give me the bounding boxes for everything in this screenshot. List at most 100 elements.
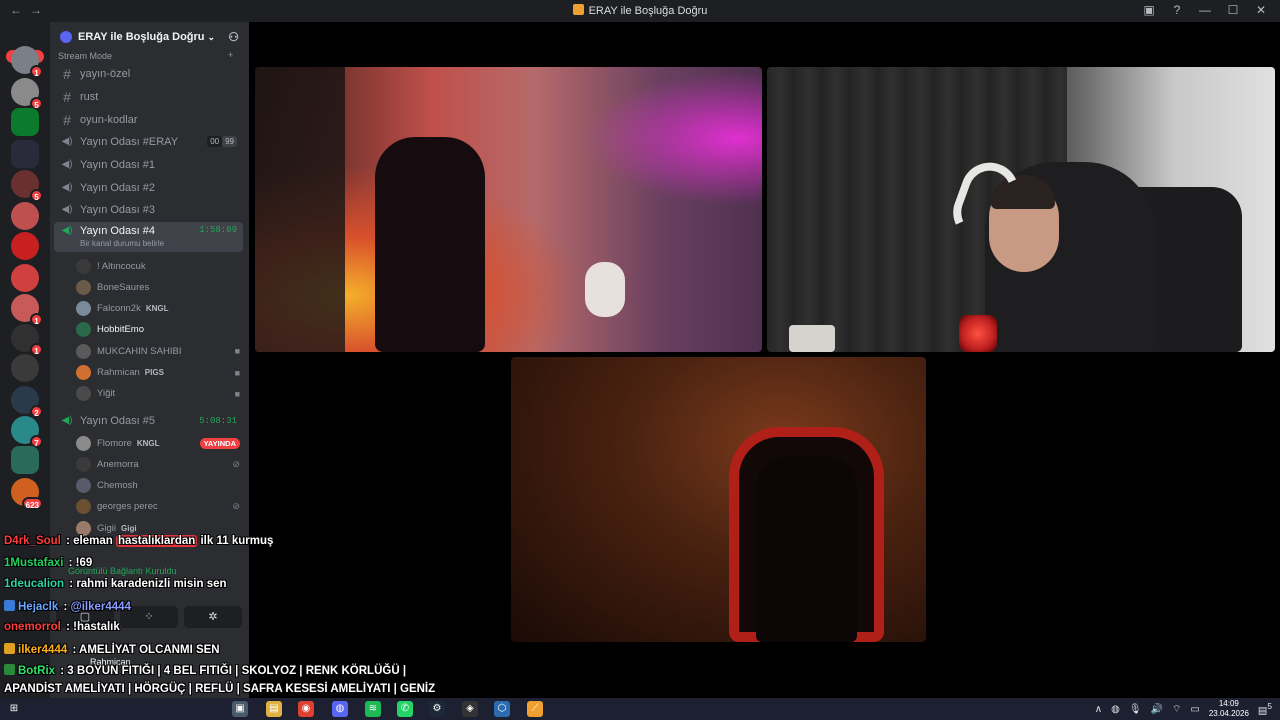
video-tile-2[interactable] bbox=[767, 67, 1275, 352]
voice-user-name: Flomore bbox=[97, 437, 132, 449]
file-explorer-icon[interactable]: ▤ bbox=[266, 701, 282, 717]
spotify-icon[interactable]: ≋ bbox=[365, 701, 381, 717]
server-icon[interactable] bbox=[11, 354, 39, 382]
voice-user[interactable]: Gigii Gigi bbox=[76, 518, 240, 538]
notification-icon[interactable]: ▤5 bbox=[1258, 701, 1272, 716]
channel-oyun-kodlar[interactable]: # oyun-kodlar bbox=[54, 109, 243, 130]
server-icon[interactable] bbox=[11, 108, 39, 136]
server-icon[interactable] bbox=[11, 264, 39, 292]
whatsapp-icon[interactable]: ✆ bbox=[397, 701, 413, 717]
minimize-button[interactable]: — bbox=[1198, 3, 1212, 17]
clock[interactable]: 14:09 23.04.2026 bbox=[1209, 699, 1249, 719]
activity-button[interactable]: ⁘ bbox=[120, 606, 178, 628]
browser-icon[interactable]: ◉ bbox=[298, 701, 314, 717]
close-button[interactable]: ✕ bbox=[1254, 3, 1268, 17]
tray-expand-icon[interactable]: ∧ bbox=[1095, 704, 1102, 715]
app-icon[interactable]: ⬡ bbox=[494, 701, 510, 717]
voice-channel-4[interactable]: ◀) Yayın Odası #4 1:58:09 Bir kanal durumu … bbox=[54, 222, 243, 252]
stream-mode-label: Stream Mode + bbox=[58, 50, 233, 61]
soundboard-button[interactable]: ✲ bbox=[184, 606, 242, 628]
add-channel-icon[interactable]: + bbox=[228, 50, 233, 60]
server-icon[interactable]: 2 bbox=[11, 386, 43, 418]
server-icon[interactable] bbox=[11, 202, 39, 230]
user-panel-name: Rahmican bbox=[90, 657, 131, 667]
channel-label: Yayın Odası #2 bbox=[80, 181, 156, 194]
mug-shape bbox=[789, 325, 835, 352]
battery-icon[interactable]: ▭ bbox=[1190, 704, 1199, 715]
maximize-button[interactable]: ☐ bbox=[1226, 3, 1240, 17]
steam-icon[interactable]: ⚙ bbox=[429, 701, 445, 717]
wifi-icon[interactable]: ⌔ bbox=[1172, 703, 1181, 716]
start-icon[interactable]: ⊞ bbox=[6, 701, 22, 717]
voice-user[interactable]: Rahmican PIGS ■ bbox=[76, 363, 240, 383]
server-icon[interactable] bbox=[11, 140, 39, 168]
server-icon[interactable] bbox=[11, 446, 39, 474]
channel-rust[interactable]: # rust bbox=[54, 86, 243, 107]
server-icon[interactable]: 7 bbox=[11, 416, 43, 448]
voice-channel-2[interactable]: ◀) Yayın Odası #2 bbox=[54, 177, 243, 198]
app-icon[interactable]: ◈ bbox=[462, 701, 478, 717]
voice-user[interactable]: Flomore KNGL YAYINDA bbox=[76, 433, 240, 453]
camera-button[interactable]: ▢ bbox=[56, 606, 114, 628]
voice-user[interactable]: BoneSaures bbox=[76, 277, 240, 297]
camera-icon: ■ bbox=[234, 367, 240, 378]
channel-status[interactable]: Bir kanal durumu belirle bbox=[80, 239, 164, 248]
guild-header[interactable]: ERAY ile Boşluğa Doğru ⌄ ⚇ bbox=[50, 22, 249, 52]
channel-timer: 1:58:09 bbox=[199, 225, 237, 235]
clan-tag: KNGL bbox=[145, 304, 169, 314]
voice-channel-3[interactable]: ◀) Yayın Odası #3 bbox=[54, 199, 243, 220]
volume-icon[interactable]: 🔊 bbox=[1151, 704, 1163, 715]
add-user-icon[interactable]: ⚇ bbox=[228, 30, 239, 44]
count-limit: 99 bbox=[222, 136, 237, 147]
live-badge: YAYINDA bbox=[199, 437, 240, 449]
help-icon[interactable]: ? bbox=[1170, 3, 1184, 17]
guild-icon bbox=[60, 31, 72, 43]
channel-label: rust bbox=[80, 90, 99, 103]
unread-badge: 1 bbox=[30, 313, 43, 326]
voice-channel-1[interactable]: ◀) Yayın Odası #1 bbox=[54, 154, 243, 175]
voice-user[interactable]: ! Altıncocuk bbox=[76, 256, 240, 276]
channel-yayin-ozel[interactable]: # yayın-özel bbox=[54, 63, 243, 84]
server-icon[interactable]: 623 bbox=[11, 478, 43, 510]
voice-user[interactable]: Chemosh bbox=[76, 476, 240, 496]
inbox-icon[interactable]: ▣ bbox=[1142, 3, 1156, 17]
voice-user[interactable]: georges perec ⊘ bbox=[76, 497, 240, 517]
server-icon[interactable]: 5 bbox=[11, 78, 43, 110]
muted-icon: ⊘ bbox=[232, 501, 240, 512]
voice-user[interactable]: MUKCAHIN SAHIBI ■ bbox=[76, 341, 240, 361]
channel-label: Yayın Odası #5 bbox=[80, 414, 156, 427]
window-controls: ▣ ? — ☐ ✕ bbox=[1142, 3, 1268, 17]
video-tile-1[interactable] bbox=[255, 67, 762, 352]
voice-user-name: Gigii bbox=[97, 522, 117, 534]
avatar bbox=[76, 435, 91, 451]
voice-user[interactable]: Anemorra ⊘ bbox=[76, 454, 240, 474]
voice-user[interactable]: HobbitEmo bbox=[76, 320, 240, 340]
channel-timer: 5:08:31 bbox=[199, 415, 237, 426]
mic-icon[interactable]: 🎙 bbox=[1129, 704, 1142, 715]
voice-channel-5[interactable]: ◀) Yayın Odası #5 5:08:31 bbox=[54, 410, 243, 431]
avatar bbox=[76, 301, 91, 317]
clan-tag: PIGS bbox=[144, 368, 164, 377]
channel-label: Yayın Odası #3 bbox=[80, 203, 156, 216]
server-icon[interactable]: 1 bbox=[11, 294, 43, 326]
network-icon[interactable]: ◍ bbox=[1111, 704, 1120, 715]
server-icon[interactable]: 1 bbox=[11, 324, 43, 356]
hash-icon: # bbox=[63, 88, 71, 105]
server-icon[interactable] bbox=[11, 232, 39, 260]
video-tile-3[interactable] bbox=[511, 357, 926, 642]
voice-user-name: georges perec bbox=[97, 501, 158, 513]
task-view-icon[interactable]: ▣ bbox=[232, 701, 248, 717]
window-title: ERAY ile Boşluğa Doğru bbox=[0, 4, 1280, 17]
app-icon[interactable]: ⟋ bbox=[527, 701, 543, 717]
server-icon[interactable]: 5 bbox=[11, 170, 43, 202]
unread-badge: 1 bbox=[30, 65, 43, 78]
channel-label: oyun-kodlar bbox=[80, 113, 138, 126]
voice-buttons: ▢ ⁘ ✲ bbox=[56, 606, 242, 628]
channel-label: Yayın Odası #4 bbox=[80, 225, 156, 237]
discord-icon[interactable]: ◍ bbox=[332, 701, 348, 717]
voice-user[interactable]: Falconn2k KNGL bbox=[76, 299, 240, 319]
chair-shape bbox=[375, 137, 485, 352]
server-icon[interactable]: 1 bbox=[11, 46, 43, 78]
voice-channel-eray[interactable]: ◀) Yayın Odası #ERAY 00 99 bbox=[54, 131, 243, 152]
voice-user[interactable]: Yiğit ■ bbox=[76, 384, 240, 404]
